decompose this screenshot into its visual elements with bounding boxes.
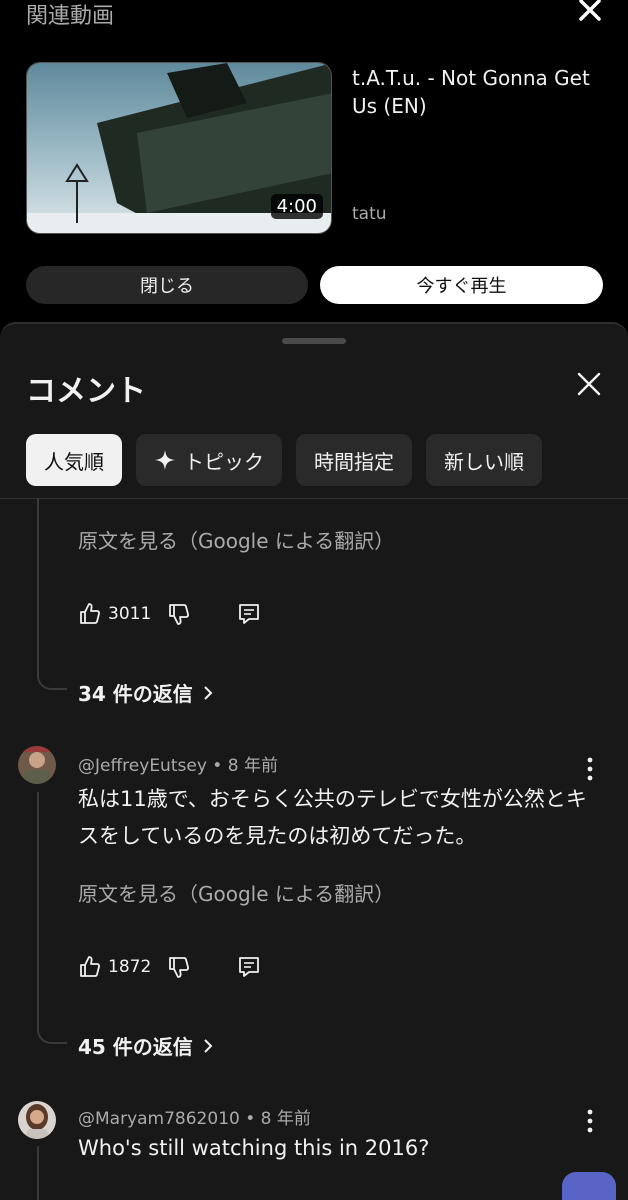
- thread-line: [37, 1024, 67, 1044]
- channel-name[interactable]: tatu: [352, 204, 387, 224]
- view-replies-button[interactable]: 34 件の返信: [78, 678, 215, 707]
- chip-popular[interactable]: 人気順: [26, 434, 122, 486]
- comment-actions: 3011: [78, 601, 261, 627]
- replies-label: 45 件の返信: [78, 1035, 193, 1059]
- like-count: 3011: [108, 604, 152, 624]
- separator: •: [245, 1109, 261, 1129]
- chip-newest[interactable]: 新しい順: [426, 434, 542, 486]
- thread-line: [37, 498, 39, 670]
- close-icon[interactable]: [572, 0, 608, 28]
- comment-meta: @Maryam7862010 • 8 年前: [78, 1104, 311, 1129]
- thread-line: [37, 792, 39, 1024]
- floating-action-button[interactable]: [562, 1172, 616, 1200]
- video-thumbnail[interactable]: 4:00: [26, 62, 332, 234]
- comments-title: コメント: [26, 374, 146, 409]
- chip-label: トピック: [184, 449, 264, 474]
- comment-author[interactable]: @Maryam7862010: [78, 1109, 240, 1129]
- more-options-icon[interactable]: [580, 756, 600, 782]
- see-original-link[interactable]: 原文を見る（Google による翻訳）: [78, 878, 394, 907]
- thread-line: [37, 670, 67, 690]
- replies-label: 34 件の返信: [78, 682, 193, 706]
- thumbs-down-icon[interactable]: [167, 602, 191, 626]
- play-now-button[interactable]: 今すぐ再生: [320, 266, 603, 304]
- video-duration: 4:00: [270, 194, 323, 219]
- comment-age: 8 年前: [227, 756, 278, 776]
- sparkle-icon: [155, 450, 175, 470]
- comment-actions: 1872: [78, 954, 261, 980]
- like-count: 1872: [108, 957, 152, 977]
- thread-line: [37, 1146, 39, 1200]
- comment-meta: @JeffreyEutsey • 8 年前: [78, 751, 278, 776]
- related-video-panel: 関連動画 4:00 t.A.T.u. - Not Gonna Get Us (E…: [0, 0, 628, 322]
- comment-text: Who's still watching this in 2016?: [78, 1136, 430, 1160]
- chevron-right-icon: [204, 1038, 213, 1053]
- comment-author[interactable]: @JeffreyEutsey: [78, 756, 207, 776]
- close-button[interactable]: 閉じる: [26, 266, 308, 304]
- comment-age: 8 年前: [260, 1109, 311, 1129]
- avatar[interactable]: [18, 746, 56, 784]
- video-title[interactable]: t.A.T.u. - Not Gonna Get Us (EN): [352, 64, 602, 120]
- avatar[interactable]: [18, 1101, 56, 1139]
- thumbs-down-icon[interactable]: [167, 955, 191, 979]
- divider: [0, 498, 628, 499]
- reply-icon[interactable]: [237, 955, 261, 979]
- related-title: 関連動画: [26, 4, 115, 29]
- sort-chips: 人気順 トピック 時間指定 新しい順: [26, 434, 542, 486]
- chevron-right-icon: [204, 685, 213, 700]
- drag-handle[interactable]: [282, 338, 346, 344]
- chip-label: 新しい順: [444, 449, 524, 474]
- thumbs-up-icon[interactable]: [78, 955, 102, 979]
- thumbs-up-icon[interactable]: [78, 602, 102, 626]
- reply-icon[interactable]: [237, 602, 261, 626]
- see-original-link[interactable]: 原文を見る（Google による翻訳）: [78, 525, 394, 554]
- chip-label: 時間指定: [314, 449, 394, 474]
- chip-topics[interactable]: トピック: [136, 434, 282, 486]
- comment-text: 私は11歳で、おそらく公共のテレビで女性が公然とキスをしているのを見たのは初めて…: [78, 787, 587, 848]
- chip-timed[interactable]: 時間指定: [296, 434, 412, 486]
- close-icon[interactable]: [573, 368, 605, 400]
- chip-label: 人気順: [44, 449, 104, 474]
- separator: •: [212, 756, 228, 776]
- view-replies-button[interactable]: 45 件の返信: [78, 1031, 215, 1060]
